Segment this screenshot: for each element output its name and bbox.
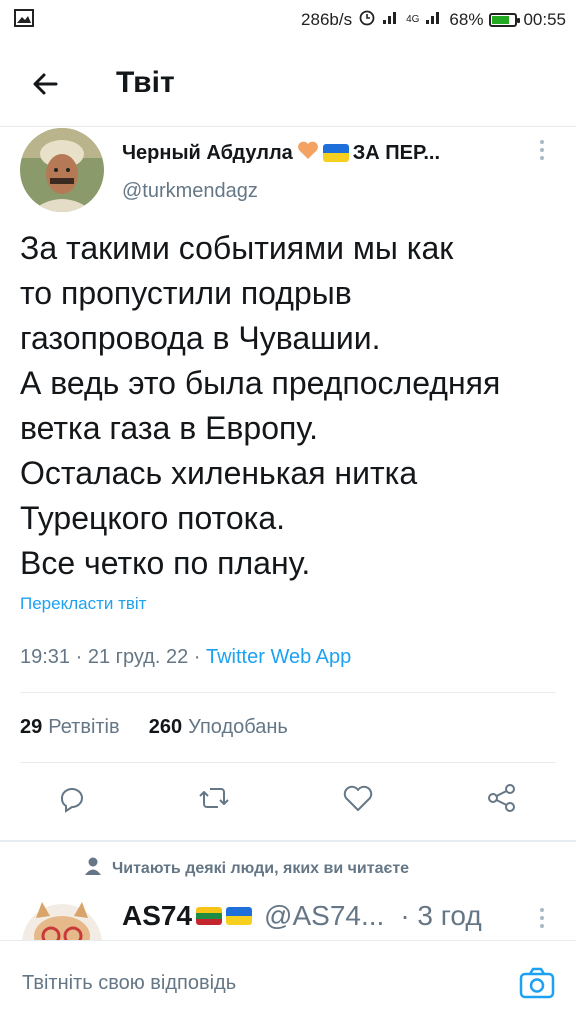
author-name[interactable]: Черный Абдулла ЗА ПЕР... — [122, 140, 440, 166]
tweet-time: 19:31 — [20, 646, 71, 668]
camera-button[interactable] — [518, 966, 556, 1000]
more-options-icon[interactable] — [540, 140, 546, 164]
reply-button[interactable] — [54, 780, 94, 820]
social-context-text: Читають деякі люди, яких ви читаєте — [112, 859, 410, 877]
meta-divider — [20, 692, 556, 693]
reply-handle[interactable]: @AS74... — [264, 900, 384, 932]
back-button[interactable] — [26, 64, 66, 104]
ukraine-flag-icon — [226, 907, 253, 925]
translate-link[interactable]: Перекласти твіт — [20, 594, 146, 614]
tweet-line: Осталась хиленькая нитка — [20, 455, 418, 491]
signal-icon — [382, 9, 400, 30]
network-speed: 286b/s — [301, 9, 353, 29]
reply-author-name[interactable]: AS74 — [122, 900, 192, 932]
likes-label: Уподобань — [188, 716, 288, 738]
author-name-suffix: ЗА ПЕР... — [352, 141, 441, 164]
tweet-line: Турецкого потока. — [20, 500, 286, 536]
arrow-left-icon — [33, 73, 58, 95]
page-title: Твіт — [116, 66, 175, 99]
status-icons: 286b/s 4G 68% 00:55 — [301, 8, 566, 31]
person-icon — [84, 856, 102, 881]
social-context: Читають деякі люди, яких ви читаєте — [84, 856, 409, 881]
lithuania-flag-icon — [196, 907, 223, 925]
battery-percent: 68% — [449, 9, 484, 29]
orange-heart-icon — [297, 140, 319, 166]
retweet-icon — [199, 788, 229, 808]
tweet-text: За такими событиями мы как то пропустили… — [20, 226, 560, 586]
section-divider — [0, 840, 576, 842]
retweets-count: 29 — [20, 716, 43, 738]
stats-divider — [20, 762, 556, 763]
reply-input[interactable]: Твітніть свою відповідь — [22, 972, 236, 995]
status-bar: 286b/s 4G 68% 00:55 — [0, 0, 576, 40]
author-name-text: Черный Абдулла — [122, 141, 293, 164]
tweet-source-link[interactable]: Twitter Web App — [206, 646, 351, 668]
battery-icon — [489, 12, 521, 27]
header-divider — [0, 126, 576, 127]
clock: 00:55 — [523, 9, 566, 29]
share-button[interactable] — [484, 780, 524, 820]
share-icon — [488, 784, 515, 812]
reply-more-options-icon[interactable] — [540, 908, 546, 932]
author-handle[interactable]: @turkmendagz — [122, 180, 258, 203]
tweet-meta: 19:31 · 21 груд. 22 · Twitter Web App — [20, 646, 352, 668]
tweet-stats: 29 Ретвітів 260 Уподобань — [20, 716, 288, 739]
tweet-line: А ведь это была предпоследняя — [20, 365, 501, 401]
tweet-date: 21 груд. 22 — [87, 646, 189, 668]
ukraine-flag-icon — [322, 144, 349, 162]
reply-header: AS74 @AS74... · 3 год — [122, 900, 482, 932]
signal-icon-2 — [425, 9, 443, 30]
alarm-icon — [358, 8, 376, 31]
camera-icon — [519, 967, 555, 999]
tweet-line: ветка газа в Европу. — [20, 410, 319, 446]
likes-count: 260 — [148, 716, 183, 738]
likes-stat[interactable]: 260 Уподобань — [149, 716, 288, 738]
tweet-line: Все четко по плану. — [20, 545, 311, 581]
network-type: 4G — [406, 14, 420, 25]
retweets-stat[interactable]: 29 Ретвітів — [20, 716, 120, 738]
tweet-actions — [0, 780, 576, 828]
heart-icon — [343, 785, 373, 811]
avatar[interactable] — [20, 128, 104, 212]
tweet-line: то пропустили подрыв — [20, 275, 352, 311]
like-button[interactable] — [340, 780, 380, 820]
reply-time: · 3 год — [400, 900, 482, 931]
tweet-line: За такими событиями мы как — [20, 230, 454, 266]
tweet-line: газопровода в Чувашии. — [20, 320, 381, 356]
gallery-notification-icon — [14, 9, 34, 32]
retweet-button[interactable] — [196, 780, 236, 820]
reply-icon — [61, 788, 83, 813]
retweets-label: Ретвітів — [48, 716, 120, 738]
